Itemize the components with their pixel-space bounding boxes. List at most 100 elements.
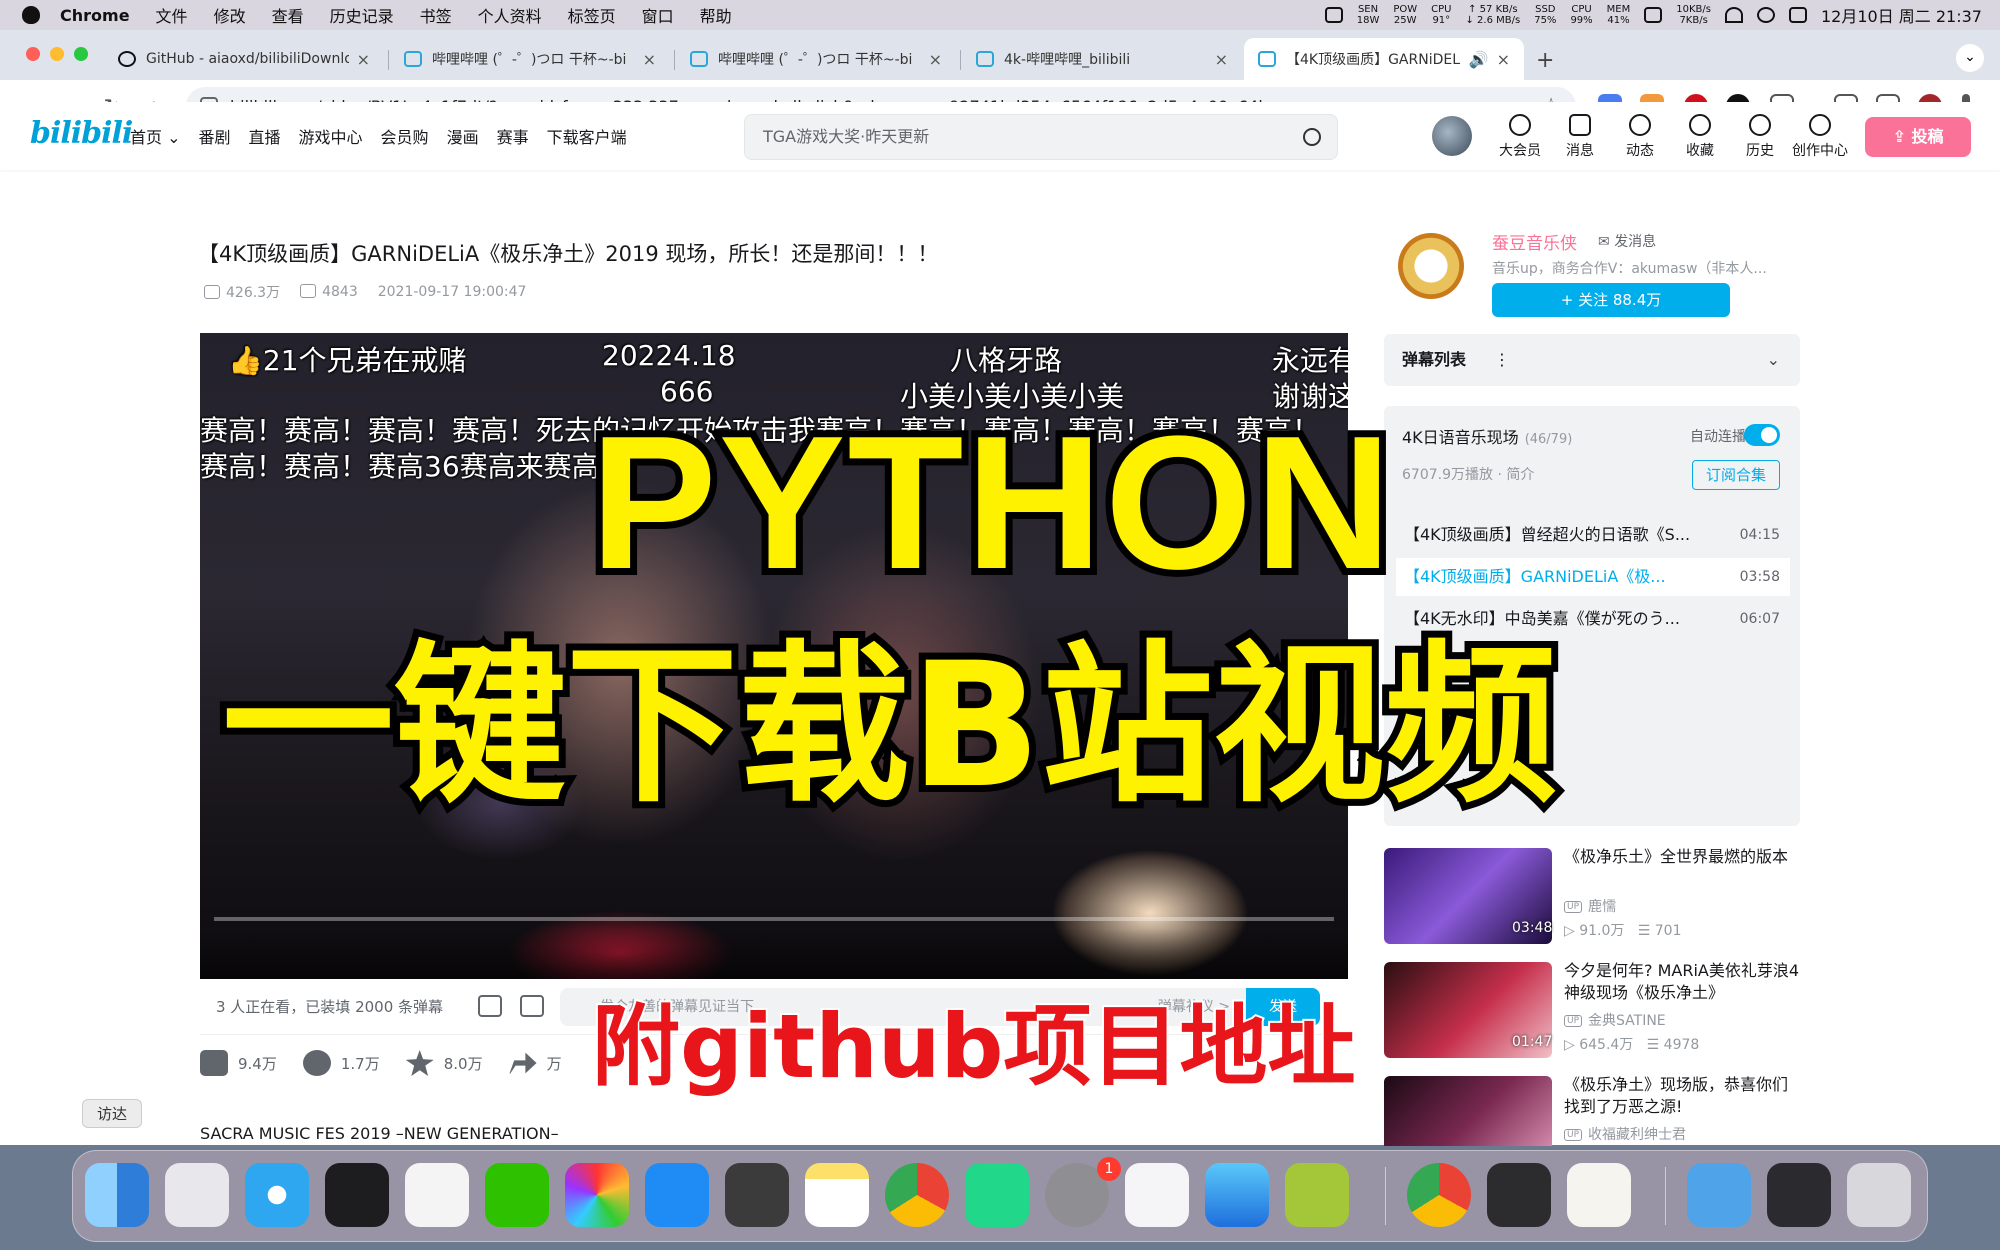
- menu-app-name[interactable]: Chrome: [60, 6, 130, 25]
- apple-menu-icon[interactable]: [22, 6, 40, 24]
- search-icon[interactable]: [1303, 128, 1321, 146]
- mail-app-icon[interactable]: [1205, 1163, 1269, 1227]
- safari-icon[interactable]: [245, 1163, 309, 1227]
- dynamics-button[interactable]: 动态: [1610, 114, 1670, 160]
- input-method-icon[interactable]: [1324, 7, 1343, 23]
- recommended-author[interactable]: UP 收福藏利绅士君: [1564, 1124, 1686, 1144]
- menu-view[interactable]: 查看: [272, 3, 304, 27]
- menu-bookmarks[interactable]: 书签: [420, 3, 452, 27]
- qq-icon[interactable]: [405, 1163, 469, 1227]
- android-studio-icon[interactable]: [1285, 1163, 1349, 1227]
- tab-close-icon[interactable]: ×: [357, 50, 370, 69]
- trash-icon[interactable]: [1847, 1163, 1911, 1227]
- folder-icon[interactable]: [1687, 1163, 1751, 1227]
- uploader-avatar[interactable]: [1398, 233, 1464, 299]
- playlist-item-current[interactable]: 【4K顶级画质】GARNiDELiA《极... 03:58: [1396, 558, 1790, 596]
- app-store-icon[interactable]: [645, 1163, 709, 1227]
- menubar-clock[interactable]: 12月10日 周二 21:37: [1821, 3, 1982, 27]
- chrome-icon[interactable]: [1407, 1163, 1471, 1227]
- notes-icon[interactable]: [805, 1163, 869, 1227]
- tab-close-icon[interactable]: ×: [643, 50, 656, 69]
- favorite-button[interactable]: 8.0万: [405, 1050, 483, 1076]
- tab-close-icon[interactable]: ×: [929, 50, 942, 69]
- autoplay-toggle[interactable]: [1744, 424, 1780, 446]
- recommended-author[interactable]: UP 鹿懦: [1564, 896, 1616, 916]
- nav-esports[interactable]: 赛事: [497, 124, 529, 148]
- more-icon[interactable]: ⋮: [1494, 334, 1510, 386]
- close-window-button[interactable]: [26, 47, 40, 61]
- menu-window[interactable]: 窗口: [642, 3, 674, 27]
- search-spotlight-icon[interactable]: [1756, 7, 1775, 23]
- video-thumbnail[interactable]: [1384, 1076, 1552, 1146]
- nav-game-center[interactable]: 游戏中心: [299, 124, 363, 148]
- nav-home[interactable]: 首页 ⌄: [130, 124, 181, 148]
- player-controls[interactable]: [200, 929, 1348, 979]
- search-input[interactable]: TGA游戏大奖·昨天更新: [744, 114, 1338, 160]
- tab-active-video[interactable]: 【4K顶级画质】GARNiDEL 🔊 ×: [1244, 38, 1524, 80]
- tab-bilibili-search[interactable]: 4k-哔哩哔哩_bilibili ×: [962, 38, 1242, 80]
- creator-center-button[interactable]: 创作中心: [1790, 114, 1850, 160]
- nav-mall[interactable]: 会员购: [381, 124, 429, 148]
- collection-title[interactable]: 4K日语音乐现场 (46/79): [1402, 424, 1572, 448]
- nav-anime[interactable]: 番剧: [199, 124, 231, 148]
- speaker-icon[interactable]: 🔊: [1469, 50, 1489, 69]
- uploader-name[interactable]: 蚕豆音乐侠: [1492, 229, 1577, 254]
- sublime-text-icon[interactable]: [725, 1163, 789, 1227]
- wechat-icon[interactable]: [485, 1163, 549, 1227]
- follow-button[interactable]: + 关注 88.4万: [1492, 283, 1730, 317]
- finder-icon[interactable]: [85, 1163, 149, 1227]
- progress-bar[interactable]: [214, 917, 1334, 921]
- zoom-window-button[interactable]: [74, 47, 88, 61]
- coin-button[interactable]: 1.7万: [302, 1050, 380, 1076]
- photos-icon[interactable]: [565, 1163, 629, 1227]
- minimize-window-button[interactable]: [50, 47, 64, 61]
- menu-file[interactable]: 文件: [156, 3, 188, 27]
- danmaku-toggle-icon[interactable]: [478, 995, 502, 1017]
- baidu-netdisk-icon[interactable]: [1125, 1163, 1189, 1227]
- playlist-item[interactable]: 【4K顶级画质】曾经超火的日语歌《S... 04:15: [1396, 516, 1790, 554]
- tab-search-button[interactable]: ⌄: [1956, 44, 1984, 72]
- chrome-icon[interactable]: [885, 1163, 949, 1227]
- recent-window-icon[interactable]: [1767, 1163, 1831, 1227]
- vip-button[interactable]: 大会员: [1490, 114, 1550, 160]
- favorites-button[interactable]: 收藏: [1670, 114, 1730, 160]
- control-center-icon[interactable]: [1788, 7, 1807, 23]
- tab-bilibili-home-2[interactable]: 哔哩哔哩 (゜-゜)つロ 干杯~-bi ×: [676, 38, 956, 80]
- recommended-title[interactable]: 《极净乐土》全世界最燃的版本: [1564, 846, 1800, 890]
- tab-close-icon[interactable]: ×: [1497, 50, 1510, 69]
- launchpad-icon[interactable]: [165, 1163, 229, 1227]
- user-avatar[interactable]: [1432, 116, 1472, 156]
- menu-tab[interactable]: 标签页: [568, 3, 616, 27]
- tab-bilibili-home-1[interactable]: 哔哩哔哩 (゜-゜)つロ 干杯~-bi ×: [390, 38, 670, 80]
- danmaku-list-panel[interactable]: 弹幕列表 ⋮ ⌄: [1384, 334, 1800, 386]
- nav-download-client[interactable]: 下载客户端: [547, 124, 627, 148]
- nav-live[interactable]: 直播: [249, 124, 281, 148]
- danmaku-settings-icon[interactable]: [520, 995, 544, 1017]
- share-button[interactable]: 万: [508, 1050, 562, 1076]
- menu-history[interactable]: 历史记录: [330, 3, 394, 27]
- send-message-link[interactable]: ✉ 发消息: [1598, 231, 1656, 251]
- quicktime-icon[interactable]: [1487, 1163, 1551, 1227]
- pycharm-icon[interactable]: [965, 1163, 1029, 1227]
- bilibili-logo[interactable]: bilibili: [30, 116, 133, 151]
- wifi-icon[interactable]: [1724, 7, 1743, 23]
- tab-github[interactable]: GitHub - aiaoxd/bilibiliDownlo ×: [104, 38, 384, 80]
- recommended-video[interactable]: 《极乐净土》现场版，恭喜你们找到了万恶之源! UP 收福藏利绅士君: [1384, 1076, 1800, 1146]
- nav-manga[interactable]: 漫画: [447, 124, 479, 148]
- history-button[interactable]: 历史: [1730, 114, 1790, 160]
- terminal-icon[interactable]: [325, 1163, 389, 1227]
- textedit-icon[interactable]: [1567, 1163, 1631, 1227]
- upload-button[interactable]: ⇪ 投稿: [1865, 117, 1971, 157]
- subscribe-collection-button[interactable]: 订阅合集: [1692, 460, 1780, 490]
- like-button[interactable]: 9.4万: [200, 1050, 277, 1076]
- recommended-video[interactable]: 01:47 今夕是何年? MARiA美依礼芽浪4神级现场《极乐净土》 UP 金典S…: [1384, 960, 1800, 1062]
- recommended-title[interactable]: 今夕是何年? MARiA美依礼芽浪4神级现场《极乐净土》: [1564, 960, 1800, 1004]
- menu-profiles[interactable]: 个人资料: [478, 3, 542, 27]
- messages-button[interactable]: 消息: [1550, 114, 1610, 160]
- tab-close-icon[interactable]: ×: [1215, 50, 1228, 69]
- recommended-video[interactable]: 03:48 《极净乐土》全世界最燃的版本 UP 鹿懦 ▷ 91.0万 ☰ 701: [1384, 846, 1800, 948]
- recommended-title[interactable]: 《极乐净土》现场版，恭喜你们找到了万恶之源!: [1564, 1076, 1800, 1118]
- chevron-down-icon[interactable]: ⌄: [1767, 334, 1780, 386]
- battery-icon[interactable]: [1644, 7, 1663, 23]
- recommended-author[interactable]: UP 金典SATINE: [1564, 1010, 1666, 1030]
